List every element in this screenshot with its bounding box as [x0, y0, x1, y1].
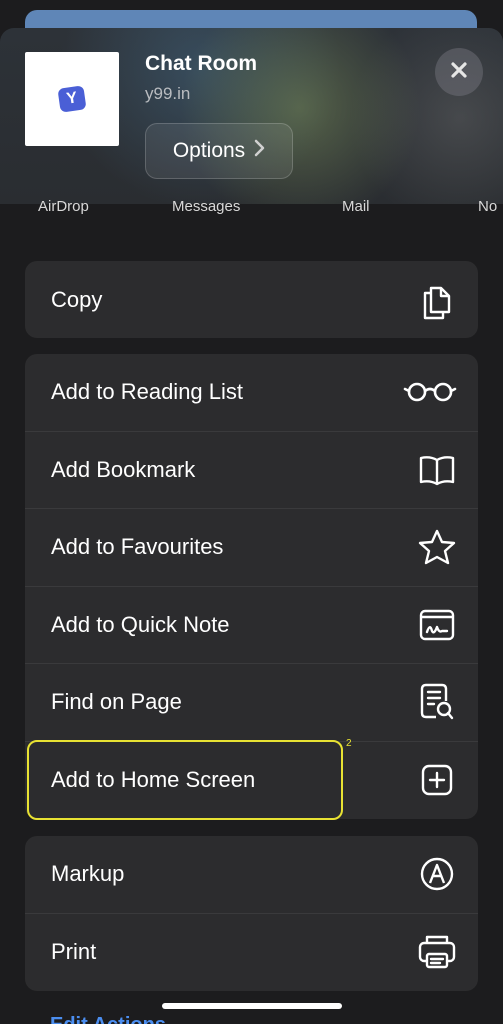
action-label: Add to Favourites: [51, 534, 224, 560]
share-sheet: Y Chat Room y99.in Options AirDrop Messa…: [0, 28, 503, 1024]
app-icon: Y: [25, 52, 119, 146]
y99-logo: Y: [57, 85, 87, 113]
action-label: Copy: [51, 286, 103, 312]
close-button[interactable]: [435, 48, 483, 96]
page-title: Chat Room: [145, 52, 257, 75]
copy-icon: [417, 280, 457, 320]
action-group-markup-print: Markup Print: [25, 836, 478, 991]
action-find-on-page[interactable]: Find on Page: [25, 664, 478, 742]
share-sheet-header: Y Chat Room y99.in Options AirDrop Messa…: [0, 28, 503, 215]
plus-square-icon: [417, 760, 457, 800]
highlight-number: 2: [346, 738, 352, 749]
markup-icon: [417, 854, 457, 894]
action-add-to-home-screen[interactable]: Add to Home Screen: [25, 742, 478, 820]
action-group-copy: Copy: [25, 261, 478, 338]
star-icon: [417, 527, 457, 567]
find-in-page-icon: [417, 682, 457, 722]
edit-actions-link[interactable]: Edit Actions: [50, 1014, 166, 1024]
action-label: Print: [51, 939, 97, 965]
home-indicator[interactable]: [162, 1003, 342, 1009]
close-icon: [449, 60, 469, 85]
action-group-main: Add to Reading List Add Bookmark Add to …: [25, 354, 478, 819]
share-target-mail[interactable]: Mail: [342, 198, 370, 215]
action-label: Add to Reading List: [51, 379, 244, 405]
action-label: Add to Quick Note: [51, 611, 230, 637]
options-label: Options: [172, 139, 246, 162]
action-add-to-reading-list[interactable]: Add to Reading List: [25, 354, 478, 432]
chevron-right-icon: [253, 139, 265, 163]
action-label: Add to Home Screen: [51, 767, 256, 793]
book-icon: [417, 450, 457, 490]
action-add-bookmark[interactable]: Add Bookmark: [25, 432, 478, 509]
action-add-to-quick-note[interactable]: Add to Quick Note: [25, 587, 478, 664]
action-label: Add Bookmark: [51, 456, 196, 482]
action-label: Find on Page: [51, 689, 182, 715]
action-print[interactable]: Print: [25, 914, 478, 992]
action-add-to-favourites[interactable]: Add to Favourites: [25, 509, 478, 587]
share-target-messages[interactable]: Messages: [172, 198, 240, 215]
share-target-notes[interactable]: No: [478, 198, 497, 215]
action-markup[interactable]: Markup: [25, 836, 478, 914]
printer-icon: [417, 932, 457, 972]
action-label: Markup: [51, 861, 125, 887]
share-target-airdrop[interactable]: AirDrop: [38, 198, 89, 215]
page-domain: y99.in: [145, 84, 191, 103]
action-copy[interactable]: Copy: [25, 261, 478, 338]
share-targets-row: AirDrop Messages Mail No: [0, 198, 503, 218]
quick-note-icon: [417, 605, 457, 645]
options-button[interactable]: Options: [145, 123, 293, 179]
glasses-icon: [403, 372, 457, 412]
